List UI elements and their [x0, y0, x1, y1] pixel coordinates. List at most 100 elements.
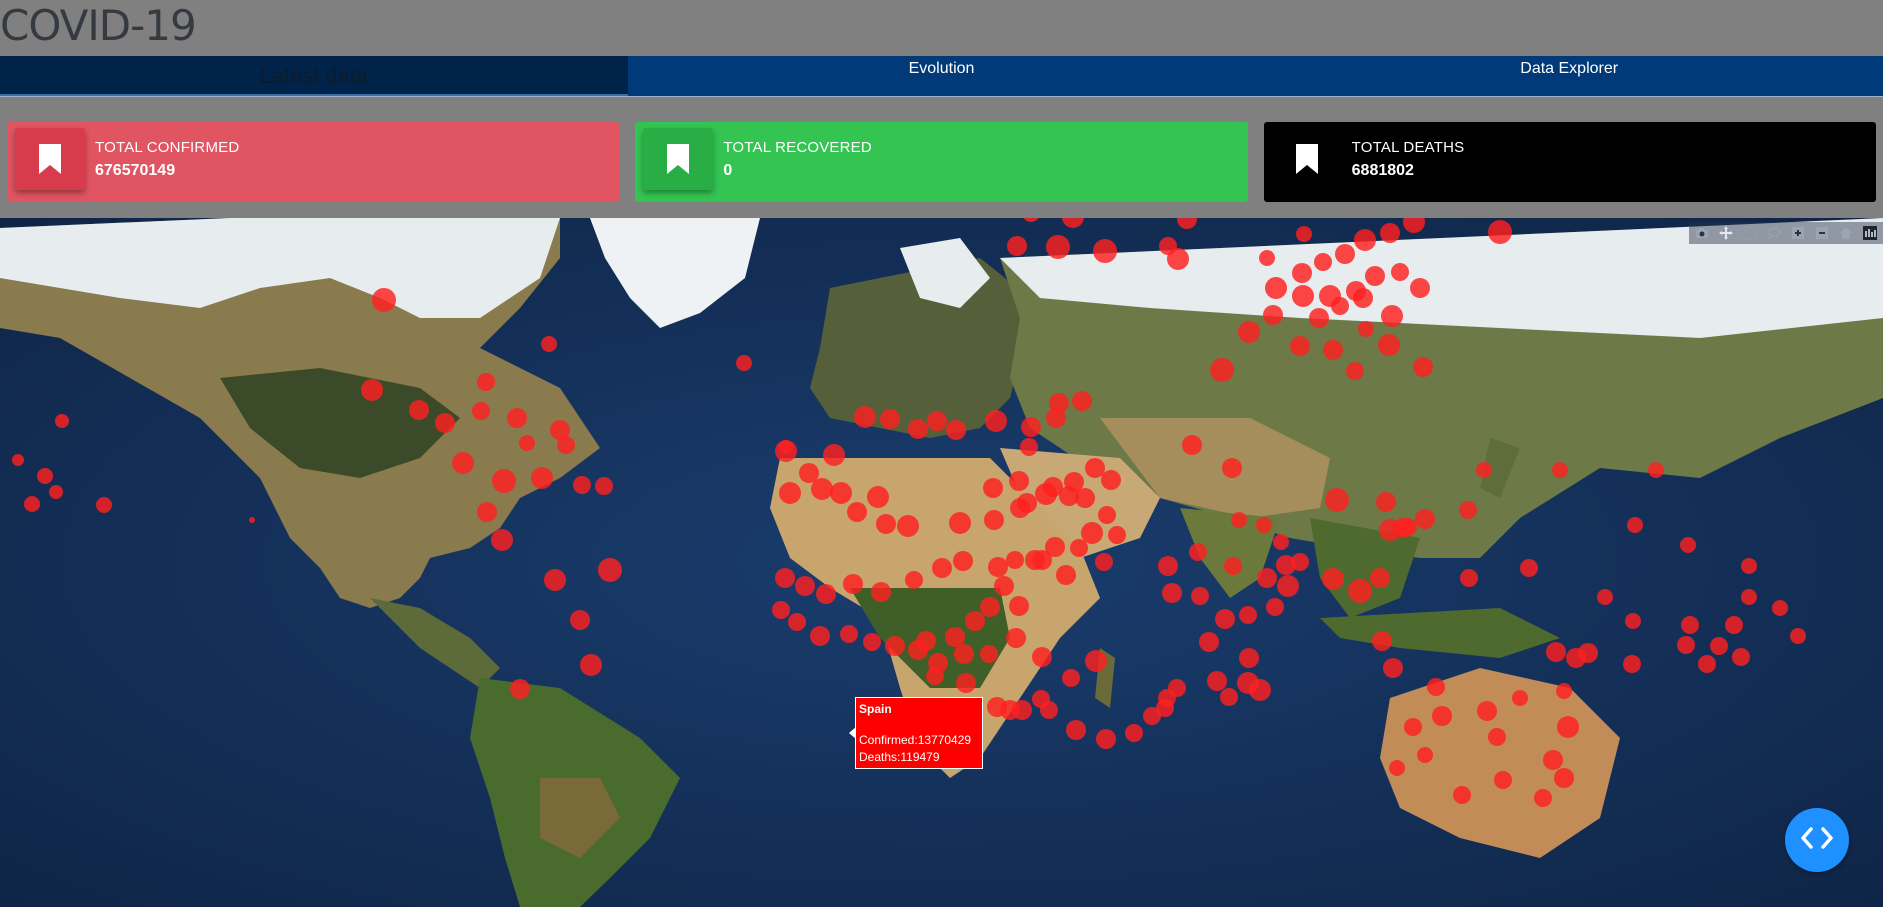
case-marker[interactable] — [1417, 747, 1433, 763]
case-marker[interactable] — [1072, 391, 1092, 411]
case-marker[interactable] — [12, 454, 24, 466]
case-marker[interactable] — [953, 551, 973, 571]
case-marker[interactable] — [1291, 553, 1309, 571]
satellite-map[interactable] — [0, 218, 1883, 907]
case-marker[interactable] — [985, 410, 1007, 432]
case-marker[interactable] — [799, 463, 819, 483]
case-marker[interactable] — [452, 452, 474, 474]
case-marker[interactable] — [1710, 637, 1728, 655]
case-marker[interactable] — [477, 502, 497, 522]
case-marker[interactable] — [1062, 669, 1080, 687]
tab-data-explorer[interactable]: Data Explorer — [1255, 56, 1883, 96]
case-marker[interactable] — [1354, 229, 1376, 251]
case-marker[interactable] — [1381, 305, 1403, 327]
case-marker[interactable] — [1224, 557, 1242, 575]
case-marker[interactable] — [1046, 235, 1070, 259]
case-marker[interactable] — [1698, 655, 1716, 673]
case-marker[interactable] — [598, 558, 622, 582]
case-marker[interactable] — [1266, 598, 1284, 616]
plotly-logo-icon[interactable] — [1861, 225, 1879, 241]
case-marker[interactable] — [1376, 492, 1396, 512]
case-marker[interactable] — [840, 625, 858, 643]
case-marker[interactable] — [361, 379, 383, 401]
case-marker[interactable] — [1006, 551, 1024, 569]
case-marker[interactable] — [1231, 512, 1247, 528]
case-marker[interactable] — [1056, 565, 1076, 585]
case-marker[interactable] — [1025, 550, 1045, 570]
case-marker[interactable] — [1459, 501, 1477, 519]
case-marker[interactable] — [1741, 558, 1757, 574]
case-marker[interactable] — [988, 557, 1008, 577]
case-marker[interactable] — [1404, 718, 1422, 736]
case-marker[interactable] — [1290, 336, 1310, 356]
case-marker[interactable] — [55, 414, 69, 428]
case-marker[interactable] — [1353, 288, 1373, 308]
case-marker[interactable] — [1191, 587, 1209, 605]
case-marker[interactable] — [1477, 701, 1497, 721]
case-marker[interactable] — [1393, 518, 1413, 538]
case-marker[interactable] — [96, 497, 112, 513]
case-marker[interactable] — [541, 336, 557, 352]
case-marker[interactable] — [1032, 690, 1050, 708]
zoom-out-icon[interactable] — [1813, 225, 1831, 241]
case-marker[interactable] — [1556, 683, 1572, 699]
case-marker[interactable] — [880, 409, 900, 429]
case-marker[interactable] — [1257, 568, 1277, 588]
case-marker[interactable] — [1322, 568, 1344, 590]
case-marker[interactable] — [1488, 728, 1506, 746]
case-marker[interactable] — [736, 355, 752, 371]
case-marker[interactable] — [1741, 589, 1757, 605]
case-marker[interactable] — [1167, 248, 1189, 270]
case-marker[interactable] — [1677, 636, 1695, 654]
case-marker[interactable] — [1331, 297, 1349, 315]
case-marker[interactable] — [927, 411, 947, 431]
case-marker[interactable] — [1020, 438, 1038, 456]
case-marker[interactable] — [980, 597, 1000, 617]
case-marker[interactable] — [1210, 358, 1234, 382]
case-marker[interactable] — [1325, 488, 1349, 512]
case-marker[interactable] — [867, 486, 889, 508]
case-marker[interactable] — [1557, 716, 1579, 738]
case-marker[interactable] — [1265, 277, 1287, 299]
case-marker[interactable] — [788, 613, 806, 631]
case-marker[interactable] — [595, 477, 613, 495]
case-marker[interactable] — [1534, 789, 1552, 807]
case-marker[interactable] — [956, 673, 976, 693]
case-marker[interactable] — [779, 482, 801, 504]
case-marker[interactable] — [1009, 596, 1029, 616]
case-marker[interactable] — [965, 611, 985, 631]
case-marker[interactable] — [1346, 362, 1364, 380]
reset-view-icon[interactable] — [1837, 225, 1855, 241]
case-marker[interactable] — [1476, 462, 1492, 478]
case-marker[interactable] — [1732, 648, 1750, 666]
case-marker[interactable] — [1597, 589, 1613, 605]
case-marker[interactable] — [863, 633, 881, 651]
case-marker[interactable] — [1372, 631, 1392, 651]
case-marker[interactable] — [1259, 250, 1275, 266]
case-marker[interactable] — [1093, 239, 1117, 263]
case-marker[interactable] — [1391, 263, 1409, 281]
case-marker[interactable] — [775, 440, 797, 462]
case-marker[interactable] — [1358, 321, 1374, 337]
case-marker[interactable] — [775, 568, 795, 588]
case-marker[interactable] — [491, 529, 513, 551]
case-marker[interactable] — [905, 571, 923, 589]
case-marker[interactable] — [49, 485, 63, 499]
case-marker[interactable] — [1627, 517, 1643, 533]
case-marker[interactable] — [1512, 690, 1528, 706]
case-marker[interactable] — [1009, 471, 1029, 491]
case-marker[interactable] — [994, 576, 1014, 596]
case-marker[interactable] — [1415, 509, 1435, 529]
case-marker[interactable] — [1168, 679, 1186, 697]
case-marker[interactable] — [1017, 493, 1037, 513]
case-marker[interactable] — [24, 496, 40, 512]
case-marker[interactable] — [1335, 244, 1355, 264]
pan-icon[interactable] — [1717, 225, 1735, 241]
case-marker[interactable] — [507, 408, 527, 428]
case-marker[interactable] — [1309, 308, 1329, 328]
zoom-in-icon[interactable] — [1789, 225, 1807, 241]
code-toggle-button[interactable] — [1785, 808, 1849, 872]
case-marker[interactable] — [772, 601, 790, 619]
case-marker[interactable] — [983, 478, 1003, 498]
case-marker[interactable] — [928, 653, 948, 673]
